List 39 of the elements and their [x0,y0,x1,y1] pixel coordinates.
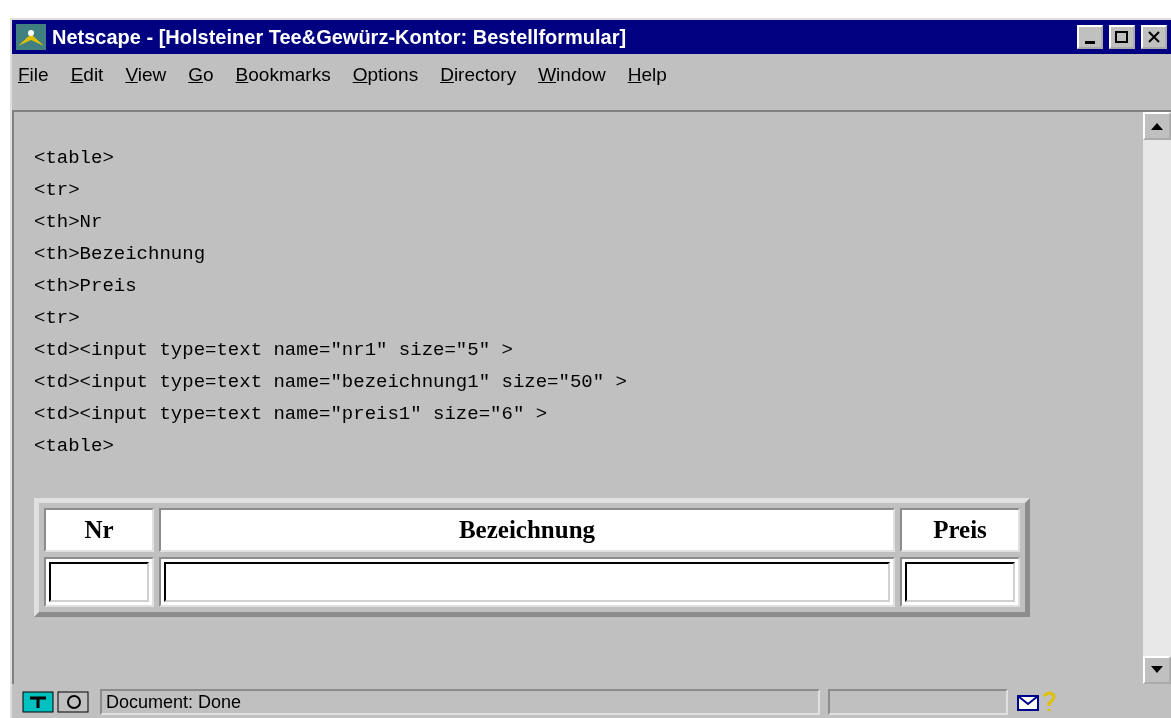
minimize-button[interactable] [1077,25,1103,49]
close-icon [1147,31,1161,43]
maximize-button[interactable] [1109,25,1135,49]
scroll-up-button[interactable] [1143,112,1171,140]
menu-item[interactable]: Edit [70,64,104,86]
minimize-icon [1085,40,1095,44]
menu-item[interactable]: Help [627,64,667,86]
menu-item[interactable]: View [125,64,167,86]
input-field[interactable] [905,562,1015,602]
up-arrow-icon [1151,122,1163,130]
code-line: <table> [34,434,115,459]
code-line: <th>Preis [34,274,138,299]
menu-item[interactable]: File [18,64,49,86]
column-header: Preis [900,508,1020,552]
menu-item[interactable]: Go [188,64,214,86]
column-header: Nr [44,508,154,552]
code-line: <td><input type=text name="bezeichnung1" size="50" > [34,370,628,395]
menu-item[interactable]: Window [538,64,606,86]
code-line: <tr> [34,306,81,331]
code-line: <td><input type=text name="nr1" size="5" > [34,338,514,363]
input-field[interactable] [49,562,149,602]
status-text: Document: Done [100,689,820,715]
code-line: <tr> [34,178,81,203]
input-field[interactable] [164,562,890,602]
down-arrow-icon [1151,666,1163,674]
code-line: <table> [34,146,115,171]
menu-item[interactable]: Directory [440,64,517,86]
menu-item[interactable]: Bookmarks [235,64,331,86]
window-title: Netscape - [Holsteiner Tee&Gewürz-Kontor: Bestellformular] [52,25,628,49]
code-line: <th>Bezeichnung [34,242,207,267]
security-key-icon [22,690,92,714]
code-line: <td><input type=text name="preis1" size="6" > [34,402,549,427]
menu-item[interactable]: Options [352,64,419,86]
close-button[interactable] [1141,25,1167,49]
maximize-icon [1115,31,1129,43]
code-line: <th>Nr [34,210,104,235]
netscape-logo-icon [16,24,46,50]
column-header: Bezeichnung [159,508,895,552]
scroll-down-button[interactable] [1143,656,1171,684]
